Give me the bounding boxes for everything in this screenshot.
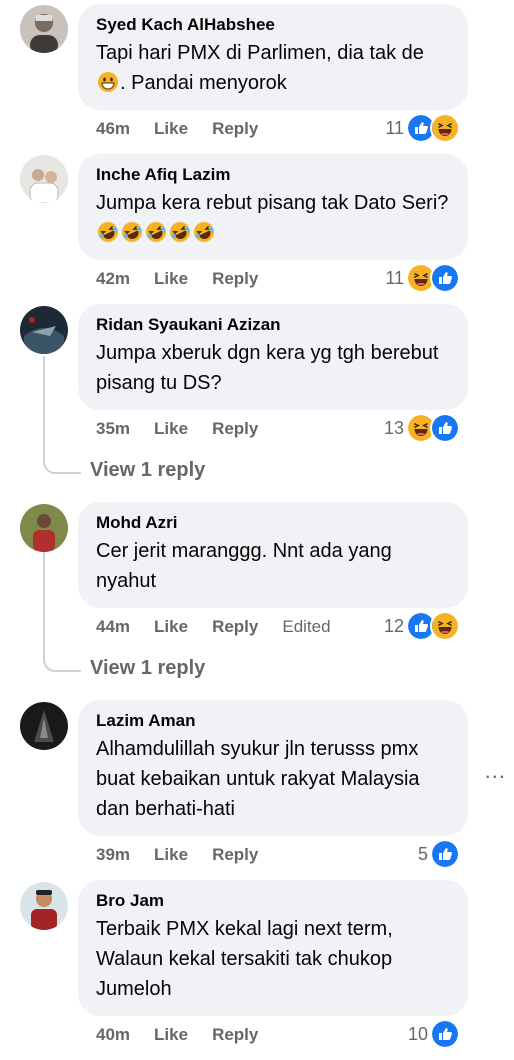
comment-actions: 46m Like Reply <box>96 116 282 142</box>
commenter-name[interactable]: Mohd Azri <box>96 512 450 534</box>
like-icon <box>430 263 460 293</box>
thread-line <box>43 552 45 658</box>
comment-bubble: Lazim Aman Alhamdulillah syukur jln teru… <box>78 700 468 836</box>
comment-text: Jumpa xberuk dgn kera yg tgh berebut pis… <box>96 342 444 394</box>
commenter-name[interactable]: Syed Kach AlHabshee <box>96 14 450 36</box>
like-button[interactable]: Like <box>154 1025 188 1045</box>
haha-icon <box>430 113 460 143</box>
rofl-emoji-icon <box>145 221 167 243</box>
like-icon <box>430 839 460 869</box>
comment-timestamp[interactable]: 42m <box>96 269 130 289</box>
like-button[interactable]: Like <box>154 119 188 139</box>
comment-text: Alhamdulillah syukur jln terusss pmx bua… <box>96 738 426 820</box>
reply-button[interactable]: Reply <box>212 419 258 439</box>
comment-bubble: Inche Afiq Lazim Jumpa kera rebut pisang… <box>78 154 468 260</box>
reaction-summary[interactable]: 13 <box>383 413 460 443</box>
like-icon <box>430 413 460 443</box>
reaction-count: 11 <box>385 267 404 288</box>
comment-actions: 44m Like Reply Edited <box>96 614 355 640</box>
reply-button[interactable]: Reply <box>212 617 258 637</box>
commenter-name[interactable]: Ridan Syaukani Azizan <box>96 314 450 336</box>
comment-bubble: Ridan Syaukani Azizan Jumpa xberuk dgn k… <box>78 304 468 410</box>
avatar[interactable] <box>20 504 68 552</box>
commenter-name[interactable]: Inche Afiq Lazim <box>96 164 450 186</box>
like-button[interactable]: Like <box>154 419 188 439</box>
reply-button[interactable]: Reply <box>212 269 258 289</box>
reaction-summary[interactable]: 11 <box>385 263 460 293</box>
reaction-count: 13 <box>383 417 404 438</box>
commenter-name[interactable]: Bro Jam <box>96 890 450 912</box>
view-replies-link[interactable]: View 1 reply <box>90 459 205 482</box>
like-button[interactable]: Like <box>154 845 188 865</box>
comment-actions: 42m Like Reply <box>96 266 282 292</box>
like-button[interactable]: Like <box>154 269 188 289</box>
thread-connector <box>43 652 81 672</box>
comment-timestamp[interactable]: 35m <box>96 419 130 439</box>
commenter-name[interactable]: Lazim Aman <box>96 710 450 732</box>
reaction-summary[interactable]: 11 <box>385 113 460 143</box>
reaction-summary[interactable]: 10 <box>407 1019 460 1049</box>
comment-text: Cer jerit maranggg. Nnt ada yang nyahut <box>96 540 398 592</box>
reply-button[interactable]: Reply <box>212 1025 258 1045</box>
reply-button[interactable]: Reply <box>212 845 258 865</box>
comment-text: Jumpa kera rebut pisang tak Dato Seri? <box>96 188 450 248</box>
comment-timestamp[interactable]: 39m <box>96 845 130 865</box>
comment-text: Tapi hari PMX di Parlimen, dia tak de . … <box>96 42 430 94</box>
more-options-icon[interactable]: ... <box>485 758 506 784</box>
rofl-emoji-icon <box>97 221 119 243</box>
thread-line <box>43 356 45 460</box>
like-icon <box>430 1019 460 1049</box>
like-button[interactable]: Like <box>154 617 188 637</box>
reaction-summary[interactable]: 5 <box>417 839 460 869</box>
rofl-emoji-icon <box>193 221 215 243</box>
avatar[interactable] <box>20 306 68 354</box>
reaction-summary[interactable]: 12 <box>383 611 460 641</box>
reaction-count: 10 <box>407 1023 428 1044</box>
edited-label[interactable]: Edited <box>282 617 330 637</box>
avatar[interactable] <box>20 702 68 750</box>
avatar[interactable] <box>20 5 68 53</box>
comment-actions: 40m Like Reply <box>96 1022 282 1048</box>
comment-bubble: Bro Jam Terbaik PMX kekal lagi next term… <box>78 880 468 1016</box>
reaction-count: 11 <box>385 117 404 138</box>
comment-bubble: Mohd Azri Cer jerit maranggg. Nnt ada ya… <box>78 502 468 608</box>
reaction-count: 5 <box>417 843 428 864</box>
reaction-count: 12 <box>383 615 404 636</box>
avatar[interactable] <box>20 882 68 930</box>
thread-connector <box>43 454 81 474</box>
comment-timestamp[interactable]: 44m <box>96 617 130 637</box>
rofl-emoji-icon <box>121 221 143 243</box>
reply-button[interactable]: Reply <box>212 119 258 139</box>
comment-actions: 39m Like Reply <box>96 842 282 868</box>
comment-text: Terbaik PMX kekal lagi next term, Walaun… <box>96 918 399 1000</box>
avatar[interactable] <box>20 155 68 203</box>
haha-icon <box>430 611 460 641</box>
comment-timestamp[interactable]: 40m <box>96 1025 130 1045</box>
rofl-emoji-icon <box>169 221 191 243</box>
grinning-emoji-icon <box>97 71 119 93</box>
comments-page: Syed Kach AlHabshee Tapi hari PMX di Par… <box>0 0 514 1060</box>
comment-timestamp[interactable]: 46m <box>96 119 130 139</box>
view-replies-link[interactable]: View 1 reply <box>90 657 205 680</box>
comment-actions: 35m Like Reply <box>96 416 282 442</box>
comment-bubble: Syed Kach AlHabshee Tapi hari PMX di Par… <box>78 4 468 110</box>
